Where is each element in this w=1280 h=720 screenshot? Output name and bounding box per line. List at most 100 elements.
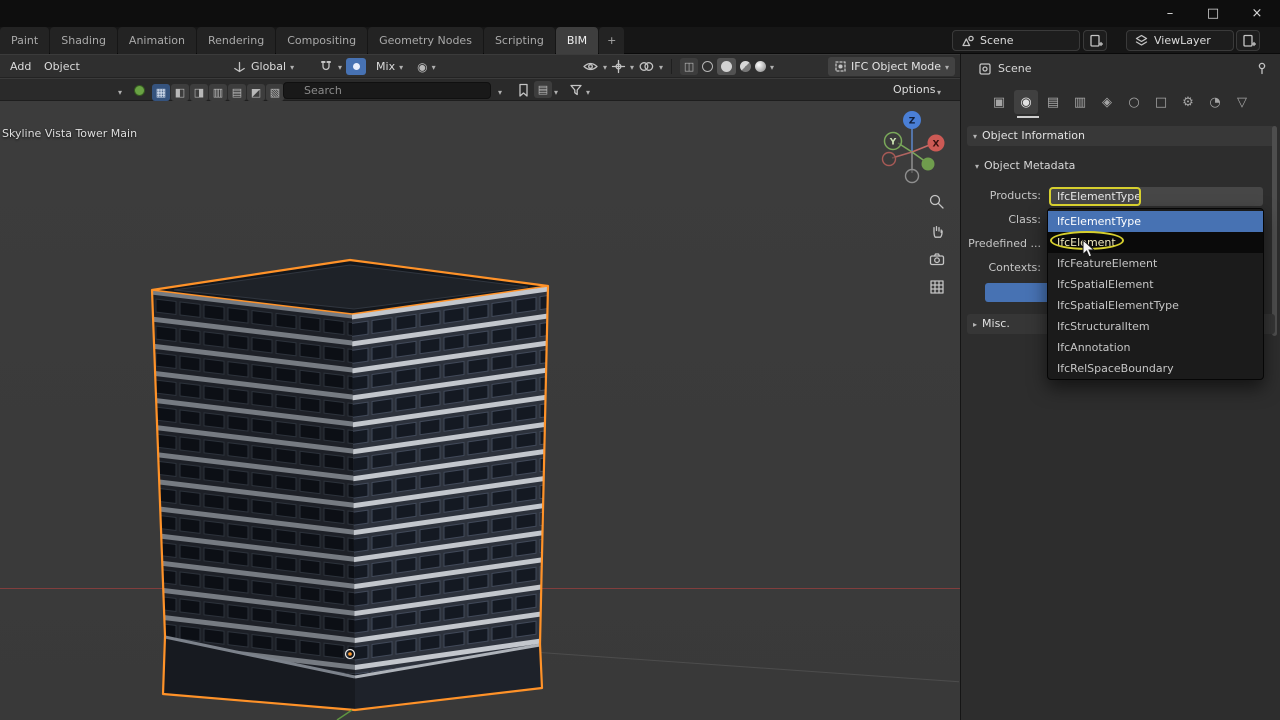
world-properties-icon[interactable]: ○ — [1122, 90, 1146, 114]
workspace-tab-compositing[interactable]: Compositing — [276, 27, 367, 54]
building-model[interactable] — [130, 248, 570, 720]
panel-scrollbar[interactable] — [1272, 126, 1277, 336]
tool-toggle-4[interactable]: ▥ — [209, 84, 227, 101]
close-button[interactable]: × — [1242, 0, 1272, 27]
viewport-nav-gizmo[interactable]: Z Y X — [870, 106, 954, 192]
workspace-tab-shading[interactable]: Shading — [50, 27, 117, 54]
object-information-header[interactable]: Object Information — [967, 126, 1275, 146]
shading-material-toggle[interactable] — [740, 61, 751, 72]
minimize-button[interactable]: – — [1155, 0, 1185, 27]
chevron-down-icon[interactable] — [290, 60, 294, 73]
pin-icon[interactable] — [1255, 61, 1269, 75]
output-properties-icon[interactable]: ▤ — [1041, 90, 1065, 114]
chevron-down-icon[interactable] — [630, 60, 634, 73]
list-view-icon[interactable]: ▤ — [534, 81, 552, 98]
maximize-button[interactable]: □ — [1198, 0, 1228, 27]
tool-toggle-3[interactable]: ◨ — [190, 84, 208, 101]
falloff-curve-icon[interactable]: ◉ — [417, 60, 427, 74]
tool-toggle-7[interactable]: ▧ — [266, 84, 284, 101]
tool-properties-icon[interactable]: ▣ — [987, 90, 1011, 114]
workspace-tab-animation[interactable]: Animation — [118, 27, 196, 54]
xray-toggle[interactable]: ◫ — [680, 58, 698, 75]
dropdown-item-ifcannotation[interactable]: IfcAnnotation — [1048, 337, 1263, 358]
contexts-label: Contexts: — [963, 258, 1041, 277]
dropdown-item-ifcspatialelementtype[interactable]: IfcSpatialElementType — [1048, 295, 1263, 316]
dropdown-item-ifcfeatureelement[interactable]: IfcFeatureElement — [1048, 253, 1263, 274]
dropdown-item-ifcelementtype[interactable]: IfcElementType — [1048, 211, 1263, 232]
new-scene-button[interactable] — [1083, 30, 1107, 51]
add-menu[interactable]: Add — [6, 55, 35, 78]
chevron-down-icon[interactable] — [659, 60, 663, 73]
window-titlebar: – □ × — [0, 0, 1280, 27]
brush-icon[interactable] — [134, 85, 145, 96]
workspace-tab-geometry-nodes[interactable]: Geometry Nodes — [368, 27, 483, 54]
tool-toggle-1[interactable]: ▦ — [152, 84, 170, 101]
chevron-down-icon[interactable] — [586, 85, 590, 98]
viewlayer-selector[interactable]: ViewLayer — [1126, 30, 1234, 51]
object-metadata-header[interactable]: ▾Object Metadata — [975, 159, 1075, 172]
search-input[interactable] — [283, 82, 491, 99]
object-properties-icon[interactable]: □ — [1149, 90, 1173, 114]
workspace-tab-bim[interactable]: BIM — [556, 27, 598, 54]
workspace-tab-scripting[interactable]: Scripting — [484, 27, 555, 54]
chevron-down-icon[interactable] — [118, 85, 122, 98]
viewlayer-properties-icon[interactable]: ▥ — [1068, 90, 1092, 114]
render-properties-icon[interactable]: ◉ — [1014, 90, 1038, 114]
object-menu[interactable]: Object — [40, 55, 84, 78]
gizmo-x-neg-axis[interactable] — [883, 153, 896, 166]
gizmo-y-neg-axis[interactable] — [922, 158, 935, 171]
active-tab-underline — [1017, 116, 1039, 118]
tool-toggle-6[interactable]: ◩ — [247, 84, 265, 101]
dropdown-item-ifcrelspaceboundary[interactable]: IfcRelSpaceBoundary — [1048, 358, 1263, 379]
tool-toggle-2[interactable]: ◧ — [171, 84, 189, 101]
chevron-down-icon[interactable] — [399, 60, 403, 73]
mode-selector[interactable]: IFC Object Mode — [828, 57, 955, 76]
scene-selector[interactable]: Scene — [952, 30, 1080, 51]
gizmos-icon[interactable] — [611, 59, 626, 74]
visibility-eye-icon[interactable] — [582, 59, 599, 74]
3d-viewport[interactable]: Skyline Vista Tower Main — [0, 101, 960, 720]
data-properties-icon[interactable]: ▽ — [1230, 90, 1254, 114]
tool-toggle-5[interactable]: ▤ — [228, 84, 246, 101]
transform-orientation-dropdown[interactable]: Global — [251, 60, 286, 73]
modifier-properties-icon[interactable]: ⚙ — [1176, 90, 1200, 114]
overlays-icon[interactable] — [638, 59, 655, 74]
dropdown-item-ifcstructuralitem[interactable]: IfcStructuralItem — [1048, 316, 1263, 337]
physics-properties-icon[interactable]: ◔ — [1203, 90, 1227, 114]
chevron-down-icon[interactable] — [498, 85, 502, 98]
gizmo-z-neg-axis[interactable] — [906, 170, 919, 183]
products-label: Products: — [963, 186, 1041, 205]
chevron-down-icon[interactable] — [770, 60, 774, 73]
camera-view-icon[interactable] — [928, 250, 946, 268]
chevron-down-icon[interactable] — [554, 85, 558, 98]
divider — [671, 59, 672, 74]
filter-funnel-icon[interactable] — [568, 82, 584, 98]
chevron-down-icon[interactable] — [937, 85, 941, 98]
pan-hand-icon[interactable] — [928, 222, 946, 240]
dropdown-item-ifcspatialelement[interactable]: IfcSpatialElement — [1048, 274, 1263, 295]
chevron-down-icon[interactable] — [432, 60, 436, 73]
object-metadata-title: Object Metadata — [984, 159, 1075, 172]
chevron-down-icon[interactable] — [338, 60, 342, 73]
shading-wireframe-toggle[interactable] — [702, 61, 713, 72]
chevron-down-icon[interactable] — [603, 60, 607, 73]
falloff-mode-dropdown[interactable]: Mix — [376, 60, 395, 73]
options-menu[interactable]: Options — [893, 79, 935, 101]
new-viewlayer-button[interactable] — [1236, 30, 1260, 51]
scene-properties-icon[interactable]: ◈ — [1095, 90, 1119, 114]
predefined-label: Predefined ... — [963, 234, 1041, 253]
zoom-tool-icon[interactable] — [928, 193, 946, 211]
bookmark-icon[interactable] — [515, 82, 531, 98]
shading-rendered-toggle[interactable] — [755, 61, 766, 72]
snap-magnet-icon[interactable] — [318, 59, 334, 75]
workspace-tab-rendering[interactable]: Rendering — [197, 27, 275, 54]
gizmo-y-label: Y — [889, 138, 897, 148]
proportional-editing-toggle[interactable] — [346, 58, 366, 75]
add-workspace-button[interactable]: + — [599, 27, 624, 54]
products-value-dropdown[interactable]: IfcElementType — [1049, 187, 1263, 206]
properties-panel: Scene ▣ ◉ ▤ ▥ ◈ ○ □ ⚙ ◔ ▽ Object Informa… — [960, 54, 1280, 720]
dropdown-item-ifcelement[interactable]: IfcElement — [1048, 232, 1263, 253]
grid-ortho-icon[interactable] — [928, 278, 946, 296]
workspace-tab-paint[interactable]: Paint — [0, 27, 49, 54]
shading-solid-toggle[interactable] — [717, 58, 736, 75]
